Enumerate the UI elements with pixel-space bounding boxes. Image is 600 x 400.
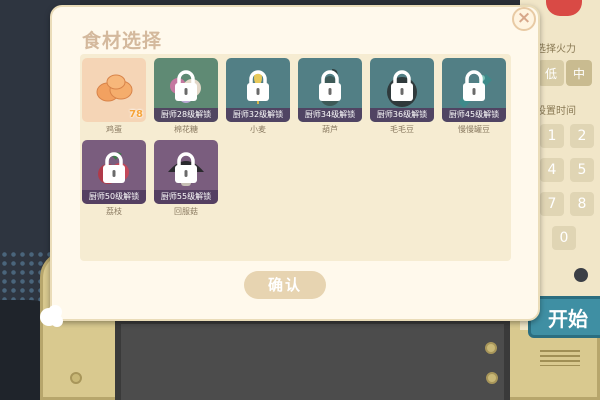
ingredient-slot-bean-can[interactable]: 厨师45级解锁 慢慢罐豆 [442,58,506,144]
ingredient-name: 葫芦 [322,125,338,134]
machine-screen [115,318,510,400]
indicator-light [574,268,588,282]
ingredient-slot-gourd[interactable]: 厨师34级解锁 葫芦 [298,58,362,144]
ingredient-name: 小麦 [250,125,266,134]
ingredient-name: 荔枝 [106,207,122,216]
machine-knob [485,342,497,354]
ingredient-tile[interactable]: 厨师45级解锁 [442,58,506,122]
keypad-key[interactable]: 2 [570,124,594,148]
lock-icon [391,70,413,101]
ingredient-count: 78 [129,109,143,120]
fire-label: 选择火力 [536,44,576,55]
keypad-key[interactable]: 1 [540,124,564,148]
unlock-requirement: 厨师32级解锁 [226,108,290,122]
speaker-grill [540,350,580,366]
ingredient-tile[interactable]: 厨师36级解锁 [370,58,434,122]
ingredient-name: 毛毛豆 [390,125,414,134]
time-label: 设置时间 [536,106,576,117]
lock-icon [319,70,341,101]
fire-option-medium[interactable]: 中 [566,60,592,86]
fire-option-low[interactable]: 低 [538,60,564,86]
keypad-key[interactable]: 5 [570,158,594,182]
ingredient-slot-marshmallow[interactable]: 厨师28级解锁 棉花糖 [154,58,218,144]
ingredient-slot-egg[interactable]: 78 鸡蛋 [82,58,146,144]
machine-knob [70,372,82,384]
keypad-key[interactable]: 8 [570,192,594,216]
keypad-key[interactable]: 0 [552,226,576,250]
unlock-requirement: 厨师55级解锁 [154,190,218,204]
ingredient-name: 鸡蛋 [106,125,122,134]
lock-icon [247,70,269,101]
ingredient-name: 慢慢罐豆 [458,125,490,134]
unlock-requirement: 厨师34级解锁 [298,108,362,122]
keypad-key[interactable]: 4 [540,158,564,182]
ingredient-tile[interactable]: 厨师28级解锁 [154,58,218,122]
confirm-button[interactable]: 确认 [244,271,326,299]
ingredient-name: 棉花糖 [174,125,198,134]
bubble-decoration [40,308,58,326]
unlock-requirement: 厨师50级解锁 [82,190,146,204]
ingredient-tile[interactable]: 厨师32级解锁 [226,58,290,122]
close-button[interactable]: × [512,7,536,31]
keypad-key[interactable]: 7 [540,192,564,216]
ingredient-name: 回服菇 [174,207,198,216]
ingredient-slot-wheat[interactable]: 厨师32级解锁 小麦 [226,58,290,144]
ingredient-slot-mushroom[interactable]: 厨师55级解锁 回服菇 [154,140,218,226]
dialog-title: 食材选择 [82,30,163,52]
ingredient-tile[interactable]: 78 [82,58,146,122]
lock-icon [175,70,197,101]
ingredient-tile[interactable]: 厨师55级解锁 [154,140,218,204]
ingredient-slot-lychee[interactable]: 厨师50级解锁 荔枝 [82,140,146,226]
unlock-requirement: 厨师45级解锁 [442,108,506,122]
unlock-requirement: 厨师36级解锁 [370,108,434,122]
ingredient-tile[interactable]: 厨师34级解锁 [298,58,362,122]
lock-icon [175,152,197,183]
ingredient-slot-edamame[interactable]: 厨师36级解锁 毛毛豆 [370,58,434,144]
ingredient-tile[interactable]: 厨师50级解锁 [82,140,146,204]
lock-icon [103,152,125,183]
lock-icon [463,70,485,101]
egg-icon [96,74,133,102]
unlock-requirement: 厨师28级解锁 [154,108,218,122]
machine-knob [486,372,498,384]
